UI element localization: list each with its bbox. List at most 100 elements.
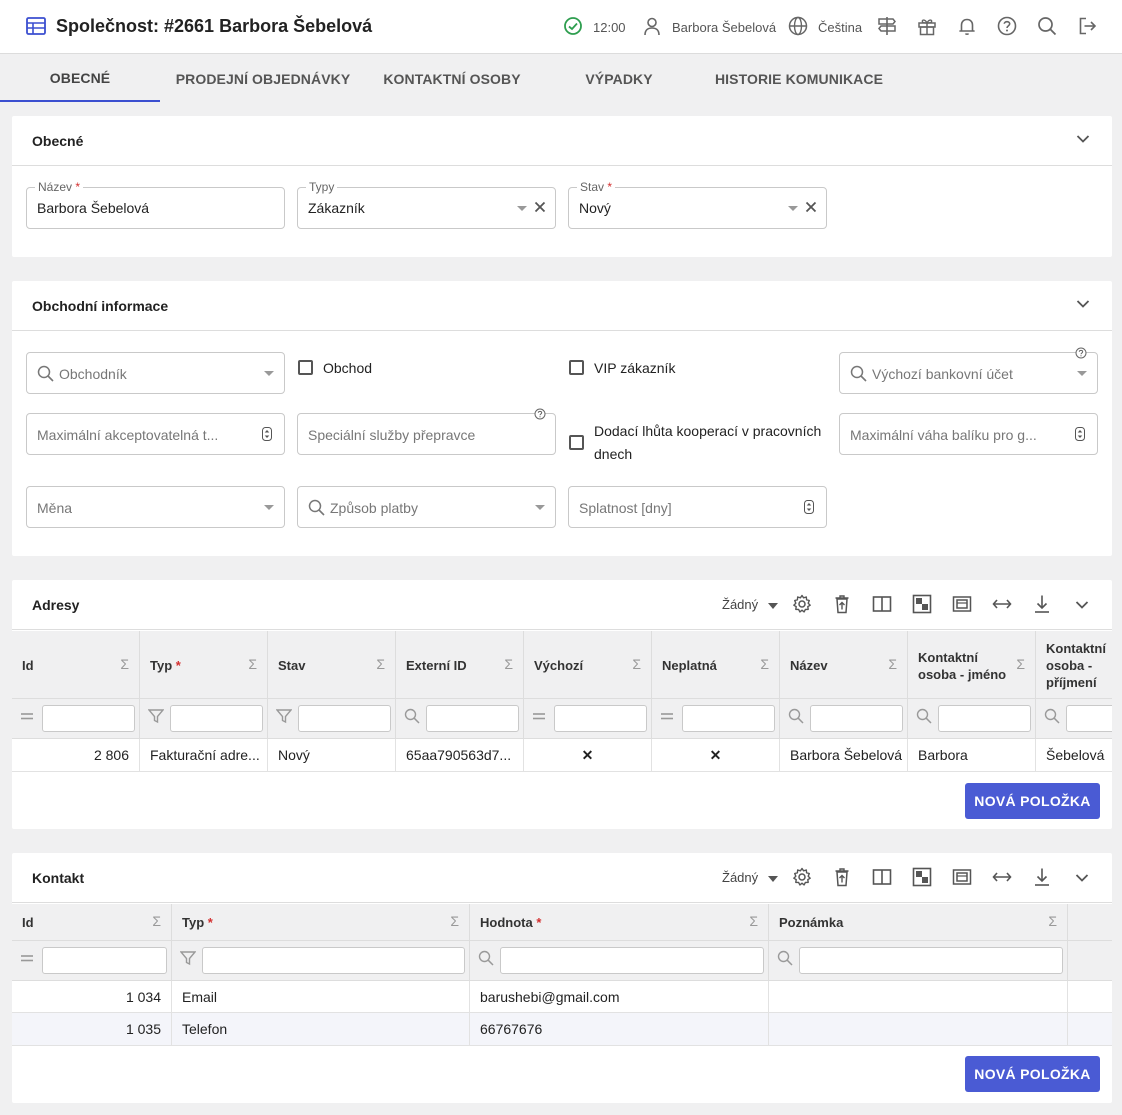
autosize-icon[interactable]	[992, 867, 1012, 887]
special-services-input[interactable]: Speciální služby přepravce	[297, 413, 556, 455]
column-header-typ[interactable]: Typ * Σ	[140, 631, 268, 698]
chevron-down-icon[interactable]	[1075, 873, 1089, 883]
columns-icon[interactable]	[872, 867, 892, 887]
equals-icon[interactable]	[532, 708, 546, 724]
caret-down-icon[interactable]	[535, 505, 545, 510]
column-header-nazev[interactable]: Název Σ	[780, 631, 908, 698]
chevron-down-icon[interactable]	[1075, 600, 1089, 610]
column-header-kontaktni-prijmeni[interactable]: Kontaktní osoba - příjmení	[1036, 631, 1112, 698]
filter-input[interactable]	[799, 947, 1063, 974]
filter-input[interactable]	[682, 705, 775, 732]
due-days-input[interactable]: Splatnost [dny]	[568, 486, 827, 528]
sigma-icon[interactable]: Σ	[504, 656, 513, 672]
column-header-id[interactable]: Id Σ	[12, 904, 172, 940]
user-name[interactable]: Barbora Šebelová	[672, 0, 776, 54]
filter-mode-select[interactable]: Žádný	[722, 597, 758, 612]
name-field[interactable]: Název * Barbora Šebelová	[26, 180, 285, 229]
equals-icon[interactable]	[20, 950, 34, 966]
search-icon[interactable]	[788, 708, 804, 724]
business-section-header[interactable]: Obchodní informace	[12, 281, 1112, 331]
user-icon[interactable]	[642, 16, 662, 36]
sigma-icon[interactable]: Σ	[450, 913, 459, 929]
help-icon[interactable]	[997, 16, 1017, 36]
autosize-icon[interactable]	[992, 594, 1012, 614]
search-icon[interactable]	[404, 708, 420, 724]
column-header-stav[interactable]: Stav Σ	[268, 631, 396, 698]
tab-vypadky[interactable]: VÝPADKY	[570, 55, 668, 102]
gear-icon[interactable]	[792, 867, 812, 887]
column-header-kontaktni-jmeno[interactable]: Kontaktní osoba - jméno Σ	[908, 631, 1036, 698]
table-row[interactable]: 1 034 Email barushebi@gmail.com	[12, 981, 1112, 1013]
gift-icon[interactable]	[917, 16, 937, 36]
delivery-coop-checkbox[interactable]: Dodací lhůta kooperací v pracovních dnec…	[569, 420, 829, 466]
tab-historie-komunikace[interactable]: HISTORIE KOMUNIKACE	[706, 55, 892, 102]
tab-kontaktni-osoby[interactable]: KONTAKTNÍ OSOBY	[374, 55, 530, 102]
clear-icon[interactable]	[534, 201, 546, 213]
filter-input[interactable]	[42, 705, 135, 732]
tab-prodejni-objednavky[interactable]: PRODEJNÍ OBJEDNÁVKY	[168, 55, 358, 102]
filter-input[interactable]	[426, 705, 519, 732]
caret-down-icon[interactable]	[768, 603, 778, 609]
state-select[interactable]: Stav * Nový	[568, 180, 827, 229]
funnel-icon[interactable]	[148, 708, 164, 724]
help-icon[interactable]	[534, 408, 546, 420]
column-header-neplatna[interactable]: Neplatná Σ	[652, 631, 780, 698]
max-weight-input[interactable]: Maximální váha balíku pro g...	[839, 413, 1098, 455]
equals-icon[interactable]	[660, 708, 674, 724]
sigma-icon[interactable]: Σ	[1048, 913, 1057, 929]
sigma-icon[interactable]: Σ	[760, 656, 769, 672]
sigma-icon[interactable]: Σ	[632, 656, 641, 672]
column-header-poznamka[interactable]: Poznámka Σ	[769, 904, 1068, 940]
bell-icon[interactable]	[957, 16, 977, 36]
download-icon[interactable]	[1032, 867, 1052, 887]
sigma-icon[interactable]: Σ	[248, 656, 257, 672]
table-row[interactable]: 2 806 Fakturační adre... Nový 65aa790563…	[12, 739, 1112, 772]
filter-input[interactable]	[500, 947, 764, 974]
sigma-icon[interactable]: Σ	[120, 656, 129, 672]
filter-mode-select[interactable]: Žádný	[722, 870, 758, 885]
general-section-header[interactable]: Obecné	[12, 116, 1112, 166]
caret-down-icon[interactable]	[788, 206, 798, 211]
chevron-down-icon[interactable]	[1076, 134, 1090, 144]
filter-input[interactable]	[1066, 705, 1112, 732]
column-header-hodnota[interactable]: Hodnota * Σ	[470, 904, 769, 940]
filter-input[interactable]	[554, 705, 647, 732]
caret-down-icon[interactable]	[264, 371, 274, 376]
caret-down-icon[interactable]	[517, 206, 527, 211]
filter-input[interactable]	[202, 947, 465, 974]
density-icon[interactable]	[912, 594, 932, 614]
filter-input[interactable]	[810, 705, 903, 732]
sigma-icon[interactable]: Σ	[152, 913, 161, 929]
caret-down-icon[interactable]	[768, 876, 778, 882]
help-icon[interactable]	[1075, 347, 1087, 359]
salesman-select[interactable]: Obchodník	[26, 352, 285, 394]
funnel-icon[interactable]	[180, 950, 196, 966]
funnel-icon[interactable]	[276, 708, 292, 724]
column-header-id[interactable]: Id Σ	[12, 631, 140, 698]
column-header-typ[interactable]: Typ * Σ	[172, 904, 470, 940]
globe-icon[interactable]	[788, 16, 808, 36]
column-header-externi-id[interactable]: Externí ID Σ	[396, 631, 524, 698]
max-acceptable-input[interactable]: Maximální akceptovatelná t...	[26, 413, 285, 455]
logout-icon[interactable]	[1077, 16, 1097, 36]
download-icon[interactable]	[1032, 594, 1052, 614]
stepper-icon[interactable]	[1075, 427, 1085, 441]
language-selector[interactable]: Čeština	[818, 0, 862, 54]
sigma-icon[interactable]: Σ	[888, 656, 897, 672]
sigma-icon[interactable]: Σ	[376, 656, 385, 672]
obchod-checkbox[interactable]: Obchod	[298, 359, 372, 377]
equals-icon[interactable]	[20, 708, 34, 724]
filter-input[interactable]	[42, 947, 167, 974]
fullscreen-icon[interactable]	[952, 867, 972, 887]
currency-select[interactable]: Měna	[26, 486, 285, 528]
search-icon[interactable]	[1044, 708, 1060, 724]
density-icon[interactable]	[912, 867, 932, 887]
columns-icon[interactable]	[872, 594, 892, 614]
bank-account-select[interactable]: Výchozí bankovní účet	[839, 352, 1098, 394]
new-item-button[interactable]: NOVÁ POLOŽKA	[965, 783, 1100, 819]
column-header-vychozi[interactable]: Výchozí Σ	[524, 631, 652, 698]
search-icon[interactable]	[916, 708, 932, 724]
filter-input[interactable]	[170, 705, 263, 732]
clear-icon[interactable]	[805, 201, 817, 213]
chevron-down-icon[interactable]	[1076, 299, 1090, 309]
